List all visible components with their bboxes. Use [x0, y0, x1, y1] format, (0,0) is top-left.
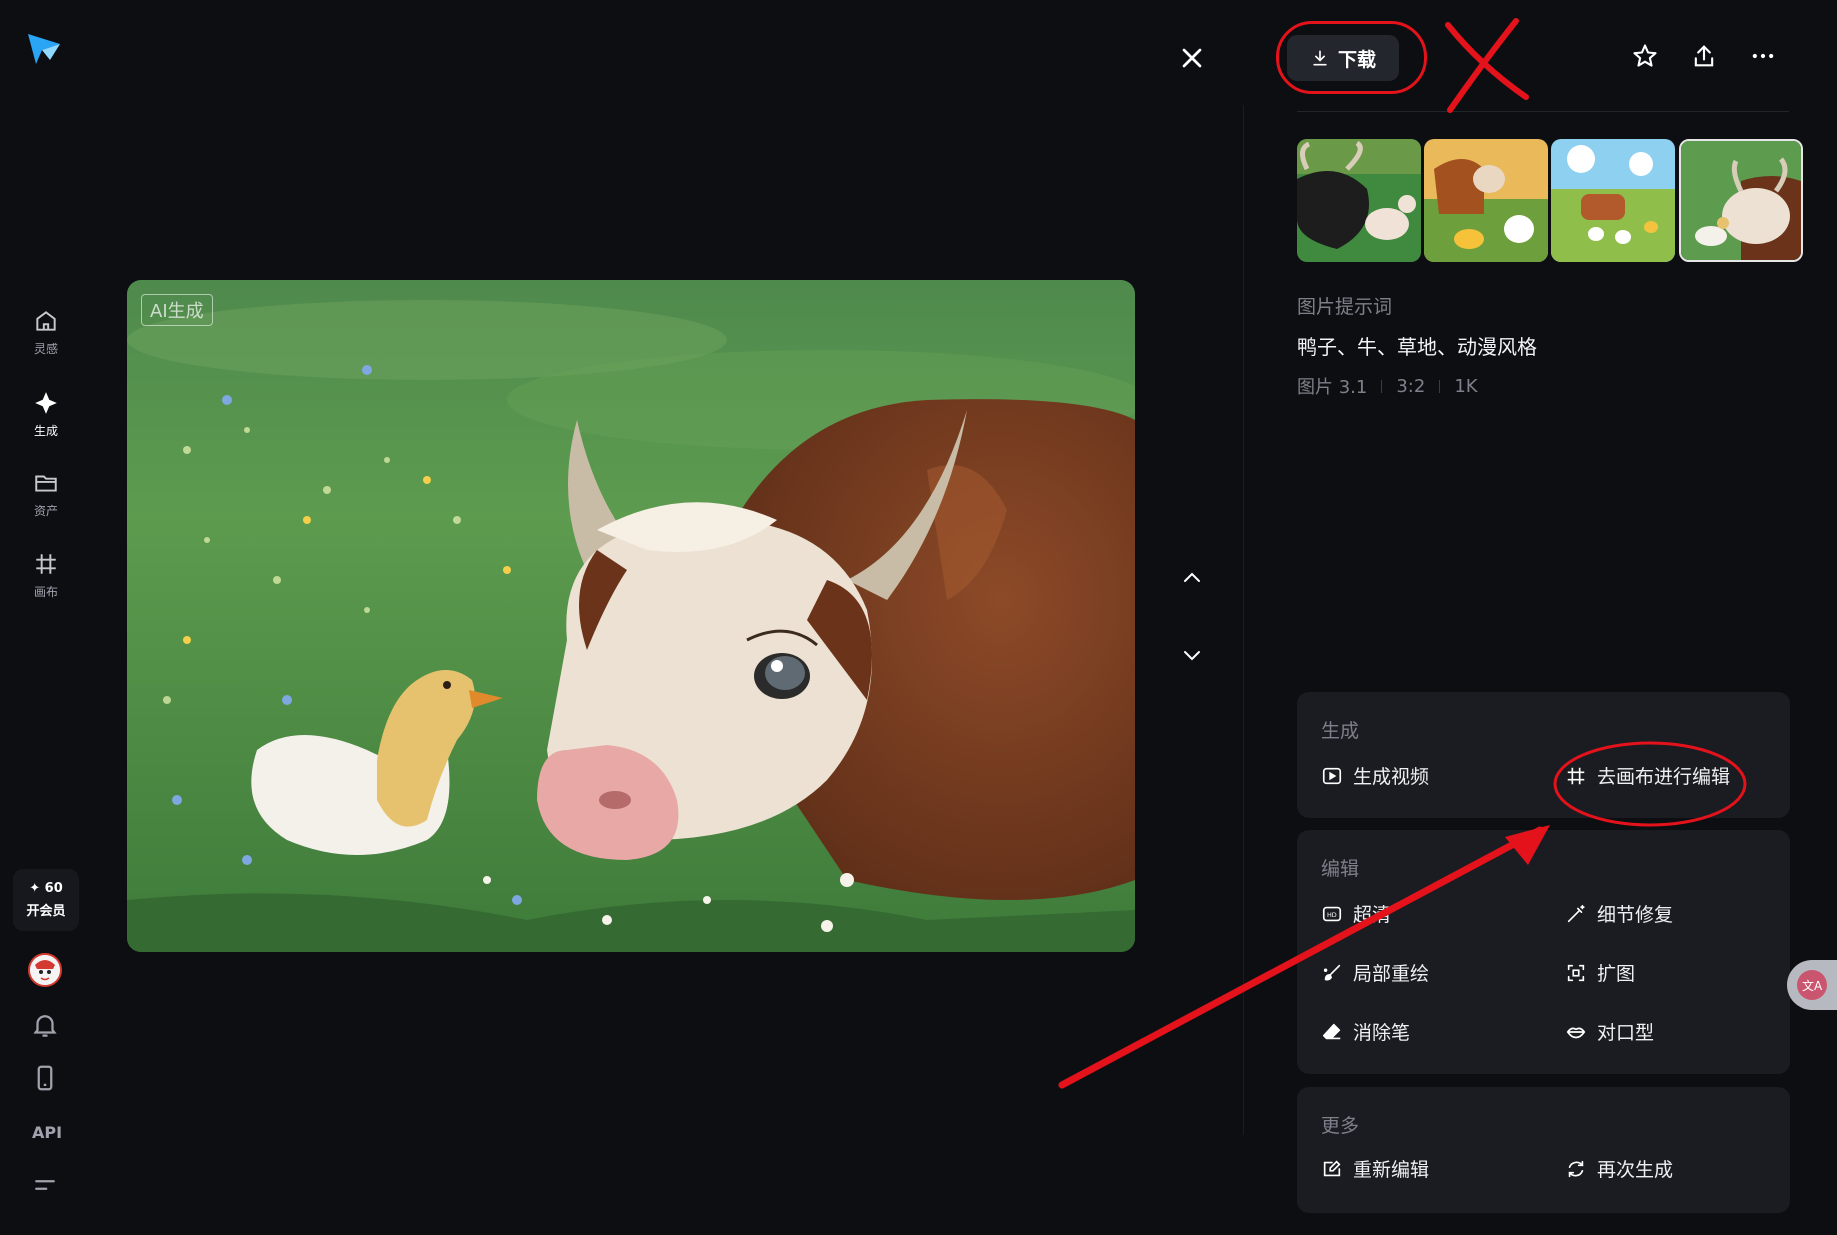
re-edit-button[interactable]: 重新编辑	[1321, 1155, 1429, 1182]
edit-icon	[1323, 1159, 1341, 1176]
upscale-button[interactable]: HD 超清	[1321, 900, 1391, 927]
model-version: 图片 3.1	[1297, 377, 1368, 398]
detail-fix-label: 细节修复	[1597, 904, 1674, 926]
sidebar-item-canvas[interactable]: 画布	[16, 551, 76, 600]
play-icon	[1322, 767, 1342, 784]
sidebar-item-label: 灵感	[33, 342, 58, 356]
sidebar-item-label: 生成	[33, 424, 58, 438]
chevron-down-icon[interactable]	[1178, 643, 1206, 667]
wand-icon	[1567, 904, 1585, 922]
api-link[interactable]: API	[32, 1123, 62, 1142]
membership-label: 开会员	[26, 904, 66, 919]
ai-generated-badge: AI生成	[141, 294, 213, 326]
generated-image[interactable]: AI生成	[127, 280, 1135, 952]
regenerate-icon	[1568, 1160, 1584, 1177]
edit-on-canvas-button[interactable]: 去画布进行编辑	[1565, 762, 1730, 789]
sidebar-item-label: 资产	[33, 504, 58, 518]
translate-icon: 文A	[1797, 970, 1827, 1000]
meta-separator	[1381, 379, 1383, 393]
thumbnail-4-selected[interactable]	[1679, 139, 1803, 262]
re-edit-label: 重新编辑	[1353, 1159, 1430, 1181]
prompt-text: 鸭子、牛、草地、动漫风格	[1297, 335, 1537, 359]
outpaint-button[interactable]: 扩图	[1565, 959, 1635, 986]
home-icon	[36, 311, 56, 331]
inpaint-button[interactable]: 局部重绘	[1321, 959, 1429, 986]
eraser-label: 消除笔	[1353, 1022, 1411, 1044]
bell-icon[interactable]	[30, 1010, 60, 1040]
avatar[interactable]	[28, 953, 62, 987]
menu-icon[interactable]	[30, 1170, 60, 1200]
more-panel: 更多 重新编辑 再次生成	[1297, 1087, 1790, 1213]
phone-icon[interactable]	[30, 1063, 60, 1093]
annotation-cross-mark	[1445, 18, 1529, 113]
download-button[interactable]: 下载	[1287, 35, 1399, 81]
header-divider	[1297, 111, 1789, 112]
generate-panel: 生成 生成视频 去画布进行编辑	[1297, 692, 1790, 818]
left-sidebar: 灵感 生成 资产 画布 ✦ 60 开会员 API	[0, 0, 92, 1235]
edit-panel: 编辑 HD 超清 细节修复 局部重绘 扩图 消除笔 对口型	[1297, 830, 1790, 1074]
lips-icon	[1566, 1027, 1586, 1038]
meta-separator	[1439, 379, 1441, 393]
canvas-icon	[1567, 767, 1585, 784]
sidebar-item-label: 画布	[33, 585, 58, 599]
download-icon	[1313, 50, 1327, 66]
canvas-icon	[36, 554, 56, 574]
more-panel-title: 更多	[1321, 1115, 1360, 1137]
membership-button[interactable]: ✦ 60 开会员	[13, 869, 79, 931]
eraser-icon	[1322, 1023, 1341, 1039]
generate-panel-title: 生成	[1321, 720, 1360, 742]
sidebar-item-assets[interactable]: 资产	[16, 470, 76, 519]
svg-text:HD: HD	[1327, 910, 1337, 918]
panel-divider	[1243, 105, 1244, 1135]
aspect-ratio: 3:2	[1396, 375, 1426, 397]
close-icon[interactable]	[1176, 42, 1208, 74]
inpaint-label: 局部重绘	[1353, 963, 1430, 985]
sidebar-item-inspiration[interactable]: 灵感	[16, 308, 76, 357]
edit-panel-title: 编辑	[1321, 858, 1360, 880]
prompt-heading: 图片提示词	[1297, 296, 1393, 318]
duck-and-cow-image	[127, 280, 1135, 952]
lip-sync-label: 对口型	[1597, 1022, 1655, 1044]
chevron-up-icon[interactable]	[1178, 566, 1206, 590]
brush-icon	[1323, 964, 1341, 980]
sidebar-item-generate[interactable]: 生成	[16, 390, 76, 439]
thumbnail-1[interactable]	[1297, 139, 1421, 262]
regenerate-button[interactable]: 再次生成	[1565, 1155, 1673, 1182]
hd-icon: HD	[1322, 906, 1342, 921]
translate-button[interactable]: 文A	[1787, 960, 1837, 1010]
image-meta: 图片 3.1 3:2 1K	[1297, 373, 1478, 399]
resolution: 1K	[1454, 375, 1478, 397]
lip-sync-button[interactable]: 对口型	[1565, 1018, 1654, 1045]
generate-video-label: 生成视频	[1353, 766, 1430, 788]
detail-fix-button[interactable]: 细节修复	[1565, 900, 1673, 927]
outpaint-label: 扩图	[1597, 963, 1636, 985]
folder-icon	[35, 475, 57, 492]
sparkle-icon	[35, 392, 57, 414]
points-count: ✦ 60	[29, 881, 63, 896]
svg-text:文A: 文A	[1802, 978, 1823, 993]
more-icon[interactable]	[1749, 42, 1777, 70]
thumbnail-2[interactable]	[1424, 139, 1548, 262]
eraser-button[interactable]: 消除笔	[1321, 1018, 1410, 1045]
upscale-label: 超清	[1353, 904, 1392, 926]
regenerate-label: 再次生成	[1597, 1159, 1674, 1181]
download-label: 下载	[1337, 48, 1376, 71]
app-logo[interactable]	[26, 30, 64, 66]
thumbnail-3[interactable]	[1551, 139, 1675, 262]
share-icon[interactable]	[1690, 42, 1718, 70]
edit-on-canvas-label: 去画布进行编辑	[1597, 766, 1731, 788]
expand-icon	[1567, 964, 1585, 981]
generate-video-button[interactable]: 生成视频	[1321, 762, 1429, 789]
star-icon[interactable]	[1631, 42, 1659, 70]
